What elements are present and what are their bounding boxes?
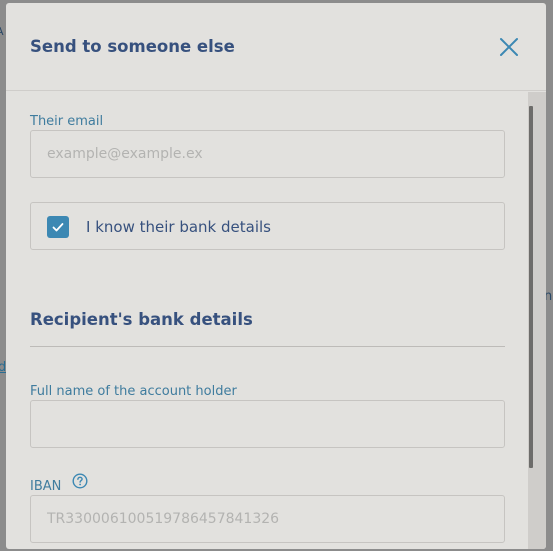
close-icon bbox=[500, 38, 518, 56]
section-divider bbox=[30, 346, 505, 347]
question-circle-icon bbox=[72, 473, 88, 489]
checkmark-icon bbox=[52, 223, 64, 232]
email-label: Their email bbox=[30, 114, 104, 129]
recipient-section-title: Recipient's bank details bbox=[30, 310, 253, 329]
background-text-fragment: A bbox=[0, 25, 4, 38]
email-input[interactable] bbox=[30, 130, 505, 178]
modal-title: Send to someone else bbox=[30, 37, 235, 56]
bank-details-checkbox-label: I know their bank details bbox=[86, 218, 271, 236]
iban-input[interactable] bbox=[30, 495, 505, 543]
modal-body: Their email I know their bank details Re… bbox=[6, 92, 546, 549]
bank-details-checkbox[interactable]: I know their bank details bbox=[30, 202, 505, 250]
iban-label: IBAN bbox=[30, 479, 62, 494]
close-button[interactable] bbox=[496, 34, 522, 60]
iban-help-button[interactable] bbox=[72, 473, 88, 489]
send-modal: Send to someone else Their email I know … bbox=[6, 3, 546, 549]
scrollbar-thumb[interactable] bbox=[529, 106, 533, 468]
checkbox-checked[interactable] bbox=[47, 216, 69, 238]
account-holder-input[interactable] bbox=[30, 400, 505, 448]
account-holder-label: Full name of the account holder bbox=[30, 384, 237, 399]
modal-header: Send to someone else bbox=[6, 3, 546, 91]
